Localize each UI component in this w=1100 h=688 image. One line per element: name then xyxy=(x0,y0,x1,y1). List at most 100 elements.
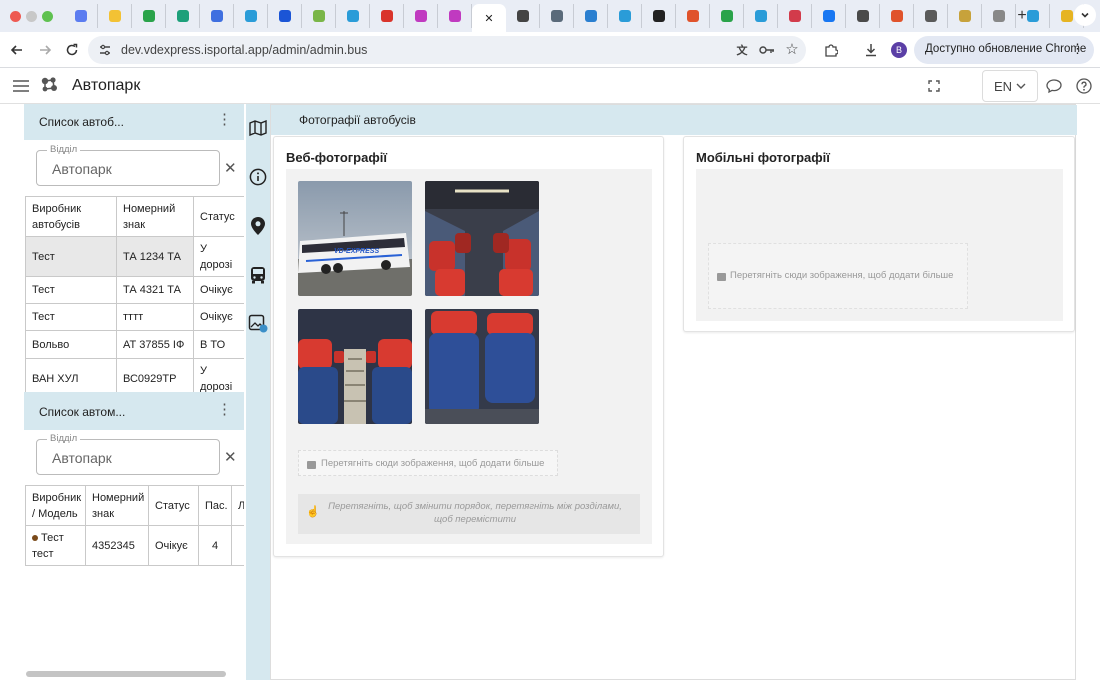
tab-favicon-icon xyxy=(312,10,325,22)
bus-photo-interior-1[interactable] xyxy=(425,181,539,296)
browser-tab[interactable] xyxy=(166,4,200,28)
browser-tab[interactable] xyxy=(642,4,676,28)
hamburger-menu-icon[interactable] xyxy=(12,77,30,95)
table-row[interactable]: Тест тттт Очікує xyxy=(25,303,244,331)
bus-photo-interior-2[interactable] xyxy=(298,309,412,424)
column-header[interactable]: Номерний знак xyxy=(85,485,149,526)
minimize-window-button[interactable] xyxy=(26,11,37,22)
browser-tab[interactable] xyxy=(846,4,880,28)
table-header-row: Виробник автобусів Номерний знак Статус xyxy=(25,196,244,237)
chat-icon[interactable] xyxy=(1045,77,1063,95)
column-header[interactable]: Статус xyxy=(148,485,199,526)
browser-tab[interactable] xyxy=(676,4,710,28)
column-header[interactable]: Пас. xyxy=(198,485,232,526)
cell-extra xyxy=(231,525,244,566)
column-header[interactable]: Статус xyxy=(193,196,244,237)
downloads-icon[interactable] xyxy=(862,41,880,59)
browser-tab[interactable] xyxy=(710,4,744,28)
browser-tab[interactable] xyxy=(812,4,846,28)
column-header[interactable]: Виробник / Модель xyxy=(25,485,86,526)
bus-icon[interactable] xyxy=(246,264,270,286)
column-header[interactable]: Виробник автобусів xyxy=(25,196,117,237)
browser-tab[interactable] xyxy=(914,4,948,28)
browser-tab[interactable] xyxy=(336,4,370,28)
help-icon[interactable] xyxy=(1075,77,1093,95)
browser-tab[interactable] xyxy=(404,4,438,28)
map-icon[interactable] xyxy=(246,117,270,139)
translate-icon[interactable]: 文 xyxy=(734,42,750,58)
column-header[interactable]: Номерний знак xyxy=(116,196,194,237)
bus-photo-exterior[interactable]: VD-EXPRESS xyxy=(298,181,412,296)
clear-filter-icon[interactable]: ✕ xyxy=(224,448,237,466)
tab-favicon-icon xyxy=(890,10,903,22)
auto-department-label: Відділ xyxy=(47,433,81,444)
reload-button[interactable] xyxy=(63,41,81,59)
tab-favicon-icon xyxy=(618,10,631,22)
location-pin-icon[interactable] xyxy=(246,215,270,237)
auto-department-field[interactable]: Відділ Автопарк xyxy=(36,433,220,475)
back-button[interactable] xyxy=(8,41,26,59)
site-settings-icon[interactable] xyxy=(98,43,112,57)
browser-tab[interactable] xyxy=(948,4,982,28)
column-header[interactable]: Л xyxy=(231,485,244,526)
info-icon[interactable] xyxy=(246,166,270,188)
browser-tab[interactable] xyxy=(540,4,574,28)
table-row[interactable]: Тест ТА 4321 ТА Очікує xyxy=(25,276,244,304)
tab-favicon-icon xyxy=(1060,10,1073,22)
close-window-button[interactable] xyxy=(10,11,21,22)
active-browser-tab[interactable]: ✕ xyxy=(472,4,506,32)
bus-department-field[interactable]: Відділ Автопарк xyxy=(36,144,220,186)
forward-button[interactable] xyxy=(36,41,54,59)
browser-tab[interactable] xyxy=(438,4,472,28)
password-key-icon[interactable] xyxy=(758,42,776,58)
browser-tab[interactable] xyxy=(880,4,914,28)
close-tab-icon[interactable]: ✕ xyxy=(484,12,493,25)
browser-tab[interactable] xyxy=(982,4,1016,28)
extensions-icon[interactable] xyxy=(822,41,840,59)
table-row[interactable]: Тест тест 4352345 Очікує 4 xyxy=(25,525,244,566)
mobile-photo-dropzone[interactable]: Перетягніть сюди зображення, щоб додати … xyxy=(708,243,968,309)
browser-tab[interactable] xyxy=(608,4,642,28)
photo-gallery-icon[interactable] xyxy=(246,312,270,334)
browser-tab[interactable] xyxy=(268,4,302,28)
browser-tab[interactable] xyxy=(574,4,608,28)
browser-tab[interactable] xyxy=(302,4,336,28)
address-bar[interactable]: dev.vdexpress.isportal.app/admin/admin.b… xyxy=(88,36,806,64)
bookmark-star-icon[interactable]: ☆ xyxy=(784,41,800,58)
maximize-window-button[interactable] xyxy=(42,11,53,22)
scrollbar-thumb[interactable] xyxy=(26,671,226,677)
chrome-update-button[interactable]: Доступно обновление Chrome ⋮ xyxy=(914,36,1094,64)
browser-tab[interactable] xyxy=(370,4,404,28)
web-drop-text: Перетягніть сюди зображення, щоб додати … xyxy=(321,458,545,469)
browser-tab[interactable] xyxy=(132,4,166,28)
browser-tab[interactable] xyxy=(778,4,812,28)
dark-mode-icon[interactable] xyxy=(954,77,970,95)
browser-tab[interactable] xyxy=(506,4,540,28)
bus-photo-interior-3[interactable] xyxy=(425,309,539,424)
more-menu-icon[interactable]: ⋮ xyxy=(1071,42,1084,55)
table-row[interactable]: Вольво АТ 37855 ІФ В ТО xyxy=(25,330,244,359)
auto-list-menu-icon[interactable]: ⋮ xyxy=(217,402,232,417)
horizontal-scrollbar[interactable] xyxy=(24,670,244,678)
browser-tab[interactable] xyxy=(234,4,268,28)
tab-favicon-icon xyxy=(210,10,223,22)
new-tab-button[interactable]: + xyxy=(1014,7,1030,24)
profile-avatar[interactable]: B xyxy=(891,42,907,58)
table-row[interactable]: Тест ТА 1234 ТА У дорозі xyxy=(25,236,244,277)
clear-filter-icon[interactable]: ✕ xyxy=(224,159,237,177)
tab-favicon-icon xyxy=(992,10,1005,22)
cell-plate: ТА 4321 ТА xyxy=(116,276,194,304)
tab-favicon-icon xyxy=(176,10,189,22)
browser-tab[interactable] xyxy=(744,4,778,28)
web-photo-dropzone[interactable]: Перетягніть сюди зображення, щоб додати … xyxy=(298,450,558,476)
browser-tab[interactable] xyxy=(64,4,98,28)
web-photos-area: VD-EXPRESS Перетягніть сюди зображення, … xyxy=(286,169,652,544)
fullscreen-icon[interactable] xyxy=(926,78,942,94)
cell-maker: Тест xyxy=(25,276,117,304)
tab-favicon-icon xyxy=(550,10,563,22)
browser-tab[interactable] xyxy=(200,4,234,28)
language-select[interactable]: EN xyxy=(982,70,1038,102)
tab-search-button[interactable] xyxy=(1074,4,1096,26)
browser-tab[interactable] xyxy=(98,4,132,28)
bus-list-menu-icon[interactable]: ⋮ xyxy=(217,112,232,127)
